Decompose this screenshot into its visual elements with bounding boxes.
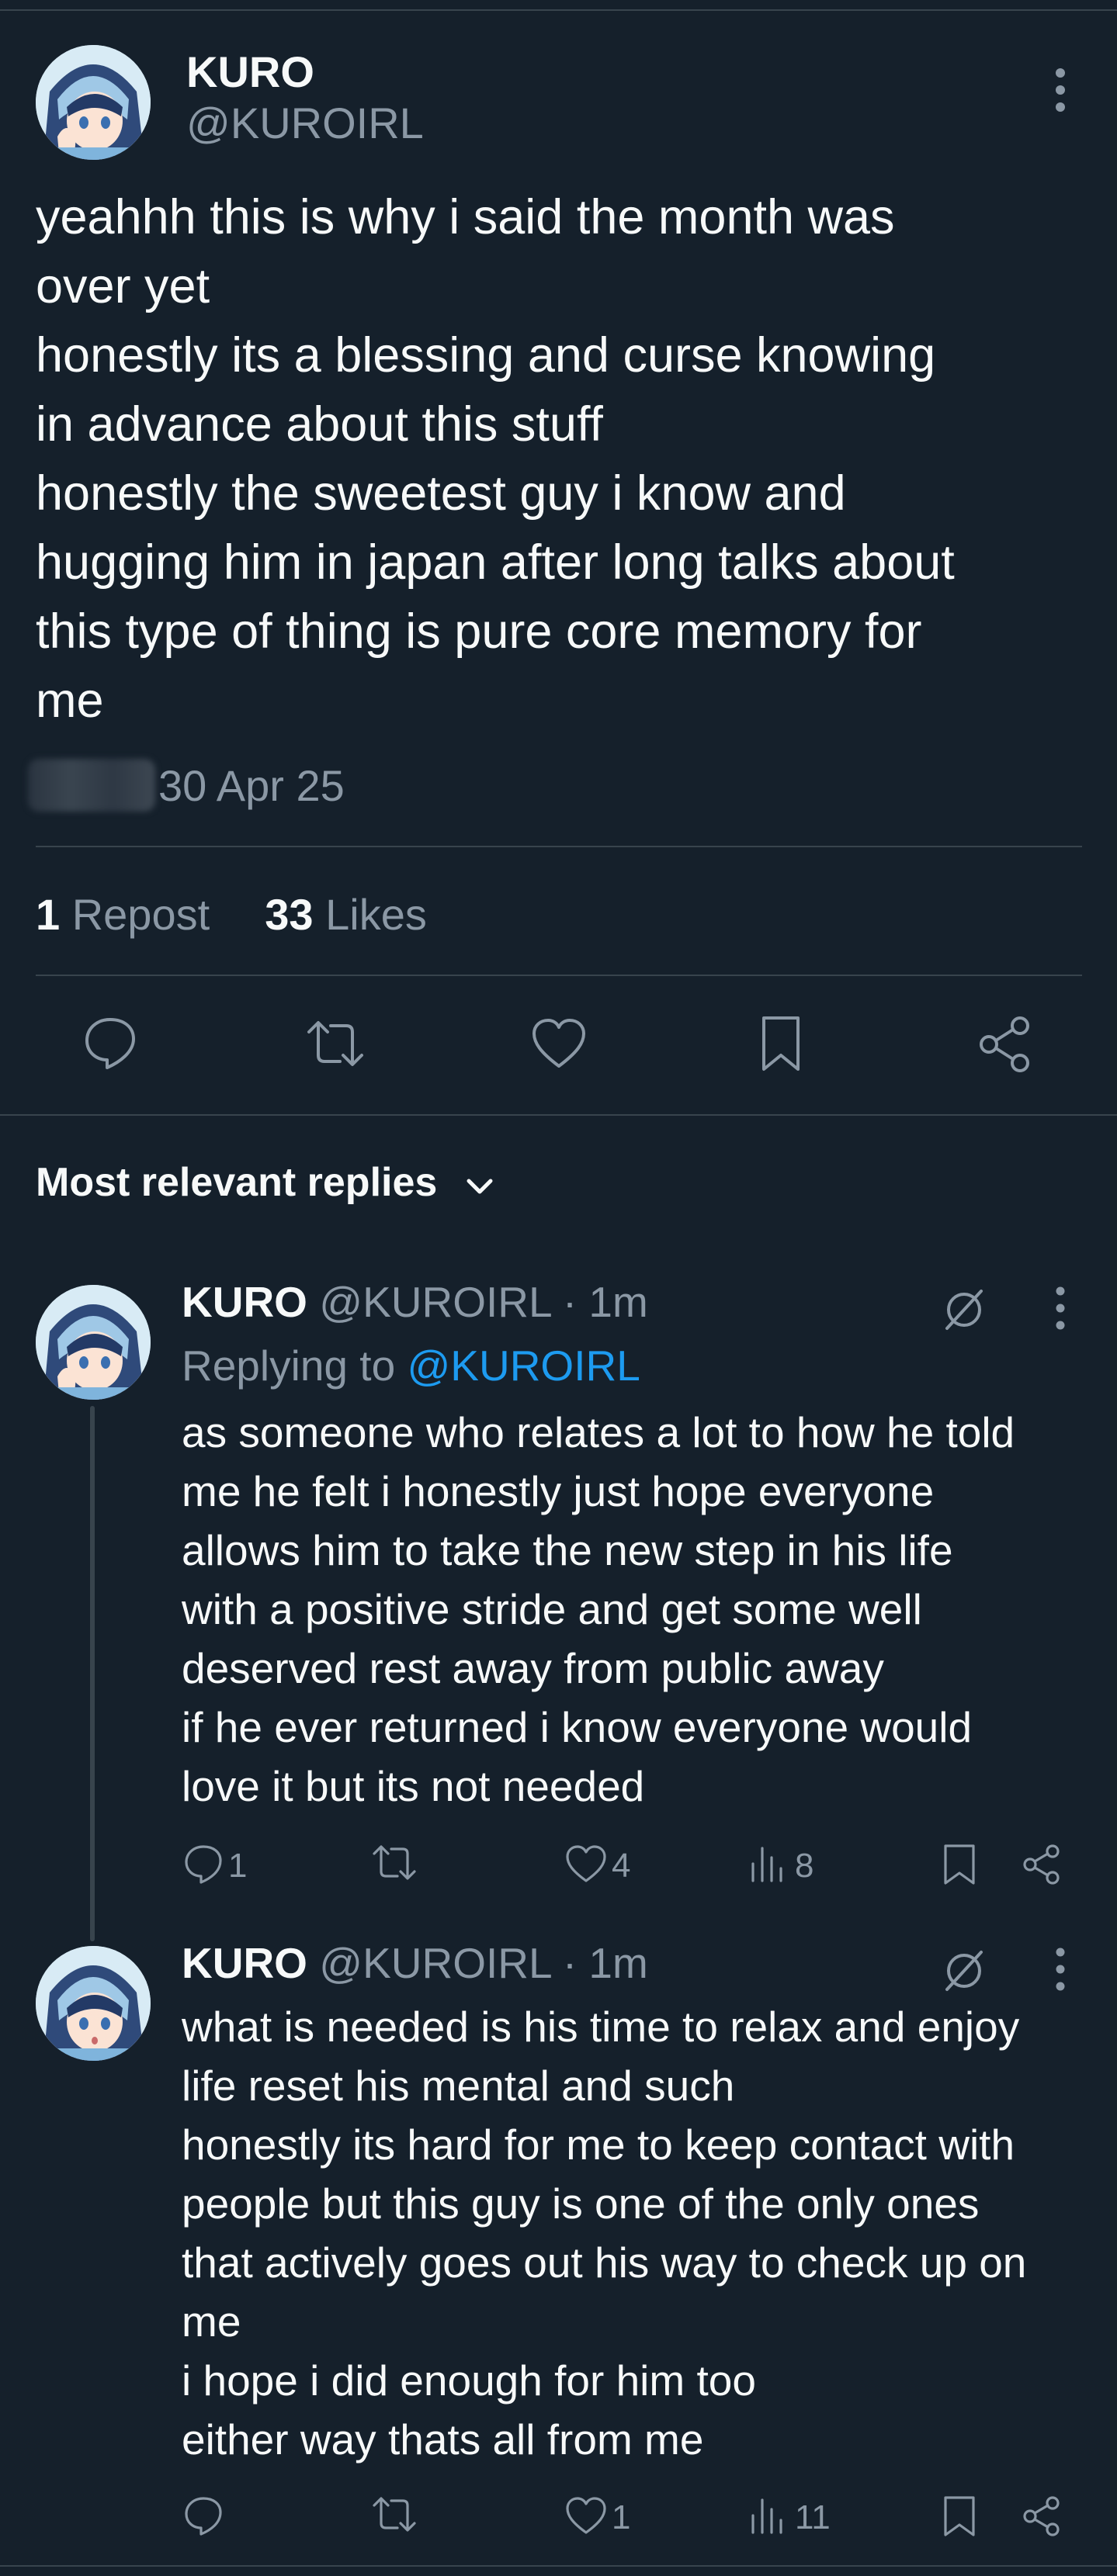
grok-icon[interactable] <box>939 1285 989 1335</box>
share-icon[interactable] <box>975 1013 1037 1075</box>
like-count[interactable]: 33 <box>265 890 313 939</box>
reply-handle[interactable]: @KUROIRL <box>319 1278 550 1326</box>
repost-icon[interactable] <box>371 2494 418 2536</box>
views-icon[interactable] <box>748 1844 787 1884</box>
share-icon[interactable] <box>1020 1842 1065 1887</box>
divider <box>0 1114 1117 1116</box>
avatar-image <box>36 1285 151 1400</box>
author-handle[interactable]: @KUROIRL <box>186 98 424 148</box>
reply-display-name[interactable]: KURO <box>182 1939 307 1987</box>
replying-to: Replying to @KUROIRL <box>182 1341 640 1390</box>
replying-to-label: Replying to <box>182 1342 396 1390</box>
reply-text: as someone who relates a lot to how he t… <box>182 1408 1015 1810</box>
reply-time[interactable]: · 1m <box>563 1939 648 1987</box>
reply-count: 1 <box>228 1847 248 1885</box>
grok-icon[interactable] <box>939 1946 989 1996</box>
view-count: 11 <box>795 2498 831 2536</box>
more-icon[interactable] <box>1045 1285 1076 1331</box>
avatar[interactable] <box>36 45 151 160</box>
reply-text: what is needed is his time to relax and … <box>182 2003 1027 2463</box>
divider <box>36 975 1082 976</box>
reply-display-name[interactable]: KURO <box>182 1278 307 1326</box>
repost-count[interactable]: 1 <box>36 890 60 939</box>
repost-icon[interactable] <box>304 1016 366 1071</box>
replies-sort-label[interactable]: Most relevant replies <box>36 1159 437 1206</box>
author-display-name[interactable]: KURO <box>186 47 314 97</box>
post-date: 30 Apr 25 <box>158 761 345 810</box>
thread-line <box>90 1406 95 1941</box>
repost-icon[interactable] <box>371 1842 418 1884</box>
share-icon[interactable] <box>1020 2494 1065 2539</box>
blurred-time <box>28 759 155 812</box>
bookmark-icon[interactable] <box>758 1013 804 1074</box>
avatar[interactable] <box>36 1285 151 1400</box>
post-stats: 1 Repost 33 Likes <box>36 889 427 940</box>
reply-icon[interactable] <box>81 1013 140 1072</box>
divider <box>36 846 1082 847</box>
bottom-divider <box>0 2565 1117 2567</box>
like-icon[interactable] <box>564 1844 609 1884</box>
post-text: yeahhh this is why i said the month was … <box>36 190 955 728</box>
like-icon[interactable] <box>529 1016 588 1071</box>
more-icon[interactable] <box>1045 1946 1076 1993</box>
like-count: 1 <box>612 2498 631 2536</box>
chevron-down-icon[interactable] <box>463 1170 497 1204</box>
reply-icon[interactable] <box>182 1842 225 1885</box>
avatar[interactable] <box>36 1946 151 2061</box>
more-icon[interactable] <box>1045 65 1076 115</box>
avatar-image <box>36 1946 151 2061</box>
bookmark-icon[interactable] <box>941 2494 978 2539</box>
replying-to-handle[interactable]: @KUROIRL <box>407 1342 640 1390</box>
like-icon[interactable] <box>564 2495 609 2536</box>
avatar-image <box>36 45 151 160</box>
top-divider <box>0 9 1117 11</box>
bookmark-icon[interactable] <box>941 1842 978 1887</box>
reply-header: KURO @KUROIRL · 1m <box>182 1938 648 1988</box>
views-icon[interactable] <box>748 2495 787 2536</box>
reply-icon[interactable] <box>182 2494 225 2537</box>
like-label[interactable]: Likes <box>325 890 427 939</box>
view-count: 8 <box>795 1847 814 1885</box>
reply-time[interactable]: · 1m <box>563 1278 648 1326</box>
reply-handle[interactable]: @KUROIRL <box>319 1939 550 1987</box>
reply-header: KURO @KUROIRL · 1m <box>182 1277 648 1327</box>
like-count: 4 <box>612 1847 631 1885</box>
repost-label[interactable]: Repost <box>72 890 210 939</box>
